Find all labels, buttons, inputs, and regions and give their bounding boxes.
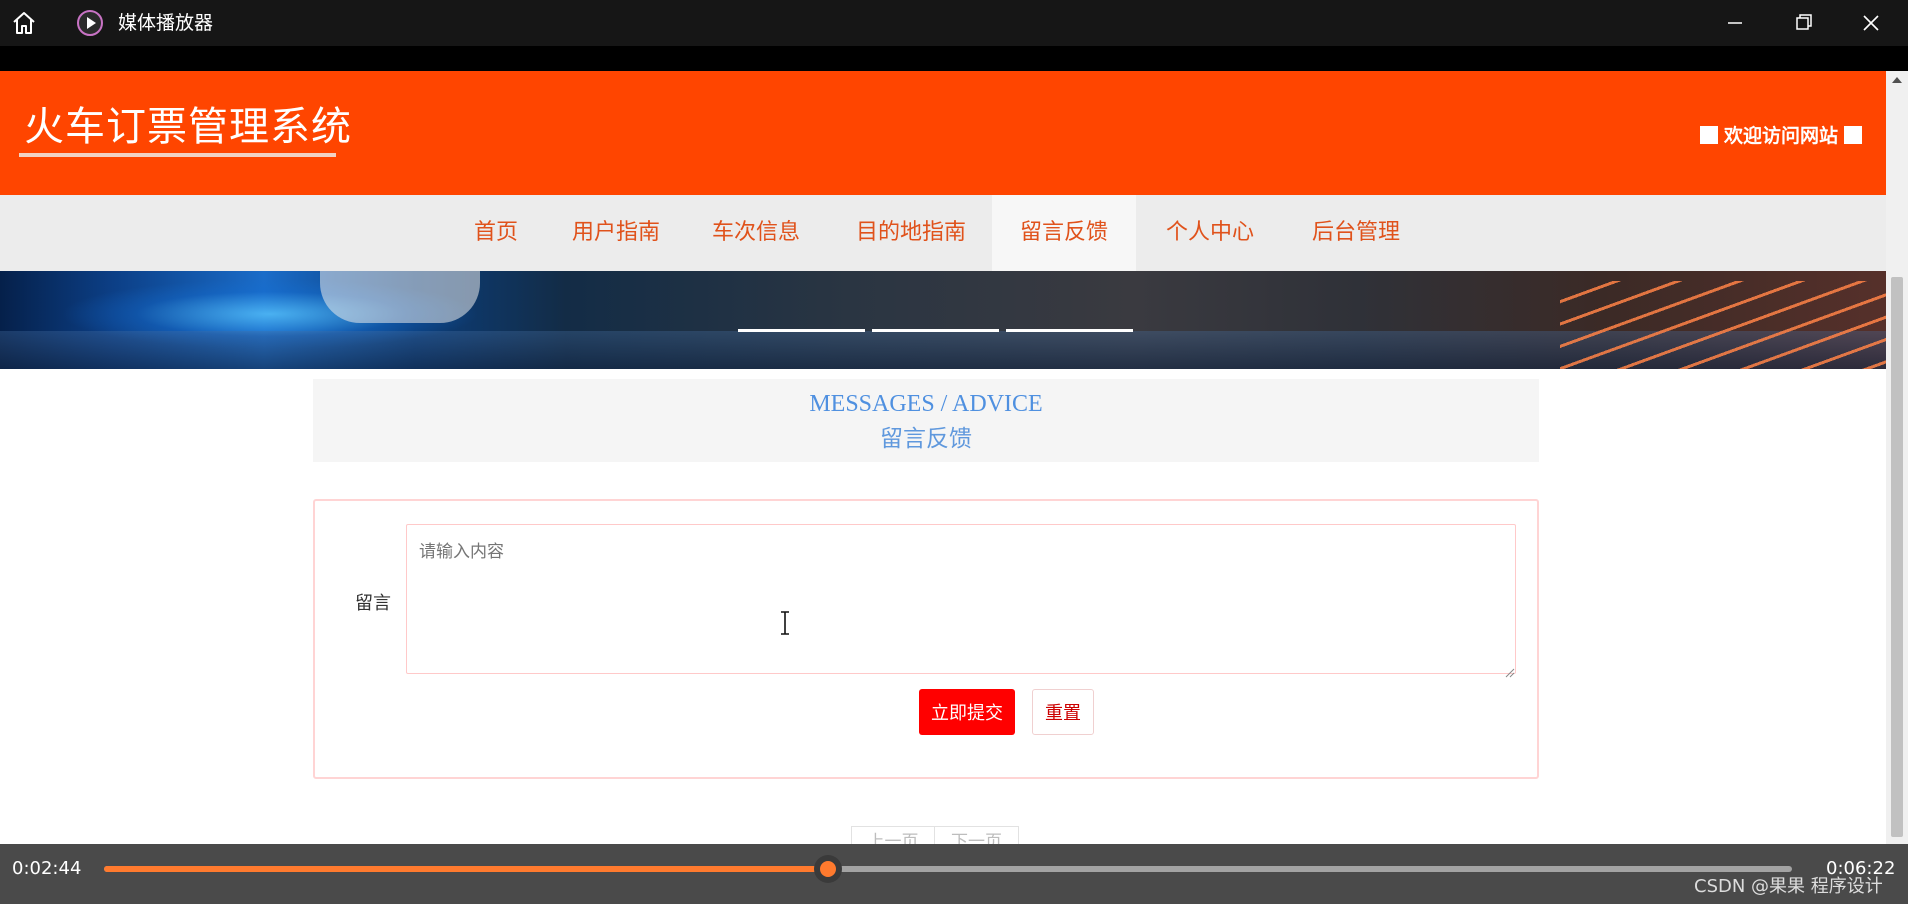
seek-progress — [104, 866, 829, 872]
carousel-indicator-1[interactable] — [738, 329, 865, 332]
main-nav: 首页 用户指南 车次信息 目的地指南 留言反馈 个人中心 后台管理 — [0, 195, 1886, 271]
nav-item-user-guide[interactable]: 用户指南 — [556, 195, 676, 271]
carousel-indicator-2[interactable] — [872, 329, 999, 332]
scroll-up-icon[interactable] — [1892, 77, 1902, 83]
resize-grip-icon[interactable] — [1505, 663, 1515, 678]
nav-item-train-info[interactable]: 车次信息 — [696, 195, 816, 271]
banner-photo-lights — [1560, 281, 1886, 369]
scrollbar-thumb[interactable] — [1891, 277, 1903, 837]
nav-item-feedback[interactable]: 留言反馈 — [992, 195, 1136, 271]
site-title[interactable]: 火车订票管理系统 — [24, 103, 352, 151]
watermark: CSDN @果果 程序设计 — [1694, 876, 1883, 897]
maximize-icon[interactable] — [1788, 9, 1818, 37]
title-underline — [19, 153, 336, 157]
nav-item-home[interactable]: 首页 — [452, 195, 540, 271]
message-textarea[interactable] — [406, 524, 1516, 674]
nav-item-personal-center[interactable]: 个人中心 — [1150, 195, 1270, 271]
message-label: 留言 — [355, 593, 391, 614]
carousel-indicator-3[interactable] — [1006, 329, 1133, 332]
prev-page-button[interactable]: 上一页 — [851, 826, 935, 844]
player-title-bar: 媒体播放器 — [0, 0, 1908, 46]
close-icon[interactable] — [1856, 9, 1886, 37]
reset-button[interactable]: 重置 — [1032, 689, 1094, 735]
hero-banner — [0, 271, 1886, 369]
current-time: 0:02:44 — [12, 858, 82, 879]
section-header: MESSAGES / ADVICE 留言反馈 — [313, 379, 1539, 462]
site-header: 火车订票管理系统 欢迎访问网站 — [0, 71, 1886, 195]
seek-bar[interactable] — [104, 855, 1792, 883]
section-title-cn: 留言反馈 — [880, 426, 972, 452]
submit-button[interactable]: 立即提交 — [919, 689, 1015, 735]
welcome-text: 欢迎访问网站 — [1723, 125, 1838, 147]
square-icon — [1844, 125, 1862, 144]
section-title-en: MESSAGES / ADVICE — [809, 391, 1043, 417]
player-title: 媒体播放器 — [118, 12, 214, 34]
feedback-form: 留言 立即提交 重置 — [313, 499, 1539, 779]
video-letterbox — [0, 46, 1908, 71]
seek-handle[interactable] — [814, 855, 843, 883]
next-page-button[interactable]: 下一页 — [935, 826, 1019, 844]
page-scrollbar[interactable] — [1886, 71, 1908, 844]
square-icon — [1699, 125, 1718, 144]
player-controls: 0:02:44 0:06:22 CSDN @果果 程序设计 — [0, 844, 1908, 904]
nav-item-admin[interactable]: 后台管理 — [1296, 195, 1416, 271]
welcome-banner: 欢迎访问网站 — [1699, 121, 1862, 148]
nav-item-destination-guide[interactable]: 目的地指南 — [836, 195, 986, 271]
banner-photo-highlight — [320, 271, 480, 323]
pagination: 上一页 下一页 — [851, 826, 1019, 844]
text-cursor-icon — [779, 611, 791, 635]
minimize-icon[interactable] — [1720, 9, 1750, 37]
web-page: 火车订票管理系统 欢迎访问网站 首页 用户指南 车次信息 目的地指南 留言反馈 … — [0, 71, 1886, 844]
media-player-icon — [76, 9, 104, 37]
home-icon[interactable] — [10, 9, 38, 37]
